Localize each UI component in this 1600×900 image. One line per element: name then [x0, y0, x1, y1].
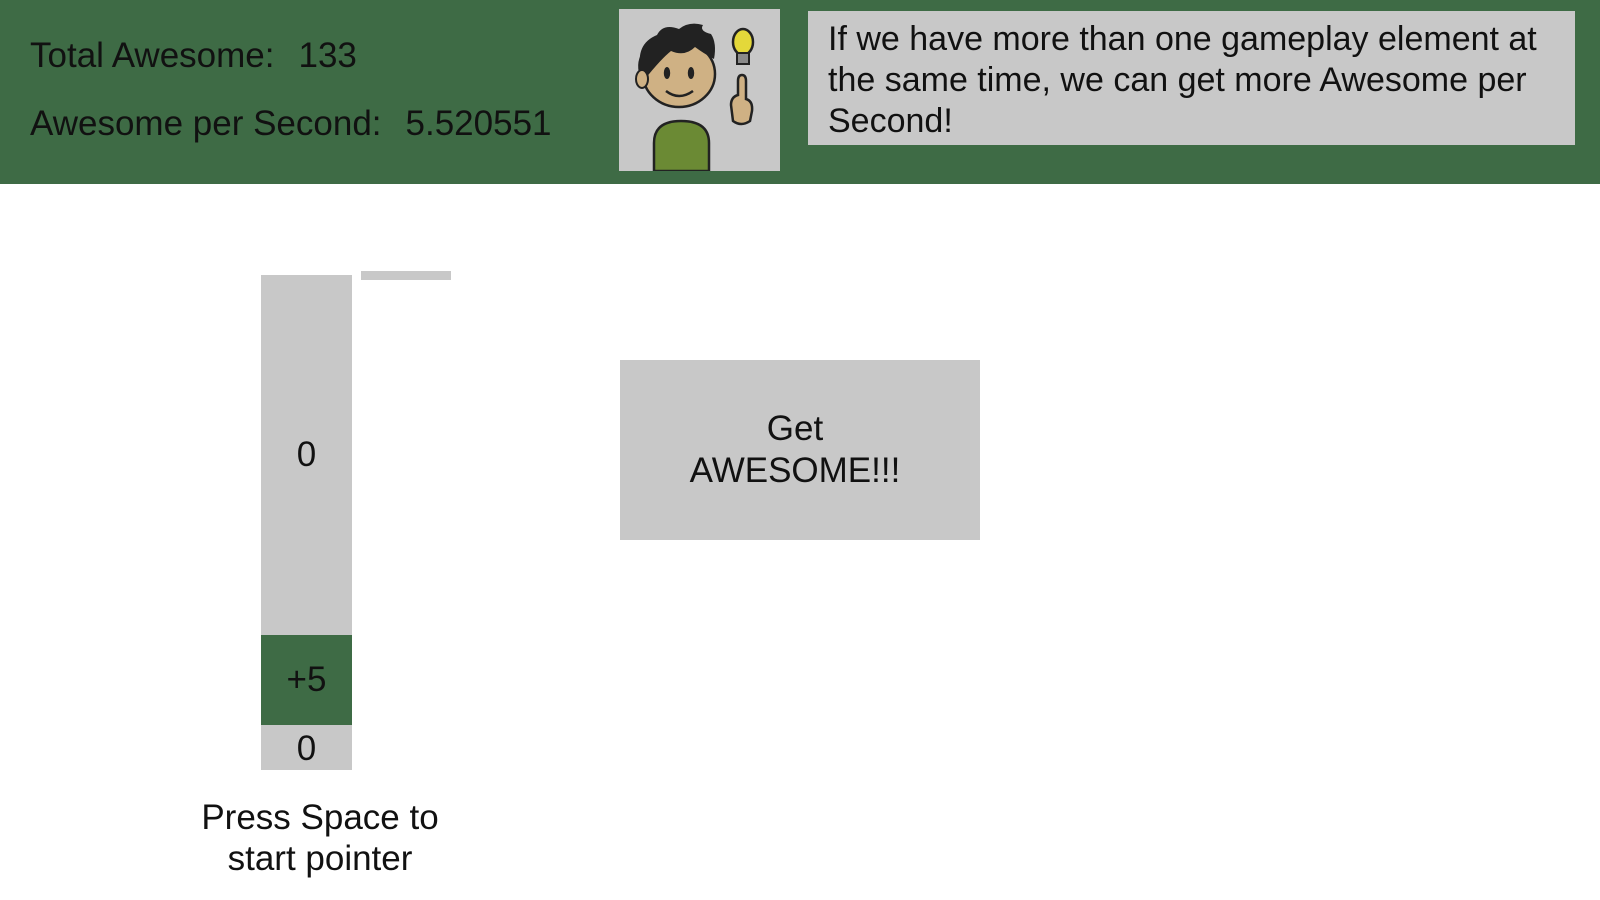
meter-bonus-zone: +5: [261, 635, 352, 725]
meter-top-value: 0: [296, 435, 317, 474]
total-awesome-stat: Total Awesome: 133: [30, 36, 357, 76]
awesome-per-second-value: 5.520551: [405, 104, 552, 143]
total-awesome-value: 133: [298, 36, 357, 75]
advisor-speech-box: If we have more than one gameplay elemen…: [808, 11, 1575, 145]
awesome-per-second-label: Awesome per Second:: [30, 104, 382, 143]
top-bar: Total Awesome: 133 Awesome per Second: 5.5…: [0, 0, 1600, 184]
meter-bonus-label: +5: [286, 660, 327, 699]
awesome-per-second-stat: Awesome per Second: 5.520551: [30, 104, 552, 144]
get-awesome-label: Get AWESOME!!!: [689, 409, 901, 490]
advisor-portrait: [619, 9, 780, 171]
meter-instruction: Press Space to start pointer: [175, 797, 465, 879]
advisor-message: If we have more than one gameplay elemen…: [828, 20, 1537, 140]
advisor-character-icon: [635, 23, 755, 171]
total-awesome-label: Total Awesome:: [30, 36, 275, 75]
meter-bottom-value: 0: [296, 729, 317, 768]
timing-meter: 0 +5 0: [261, 275, 352, 770]
meter-instruction-text: Press Space to start pointer: [201, 798, 439, 878]
meter-pointer: [361, 271, 451, 280]
get-awesome-button[interactable]: Get AWESOME!!!: [620, 360, 980, 540]
